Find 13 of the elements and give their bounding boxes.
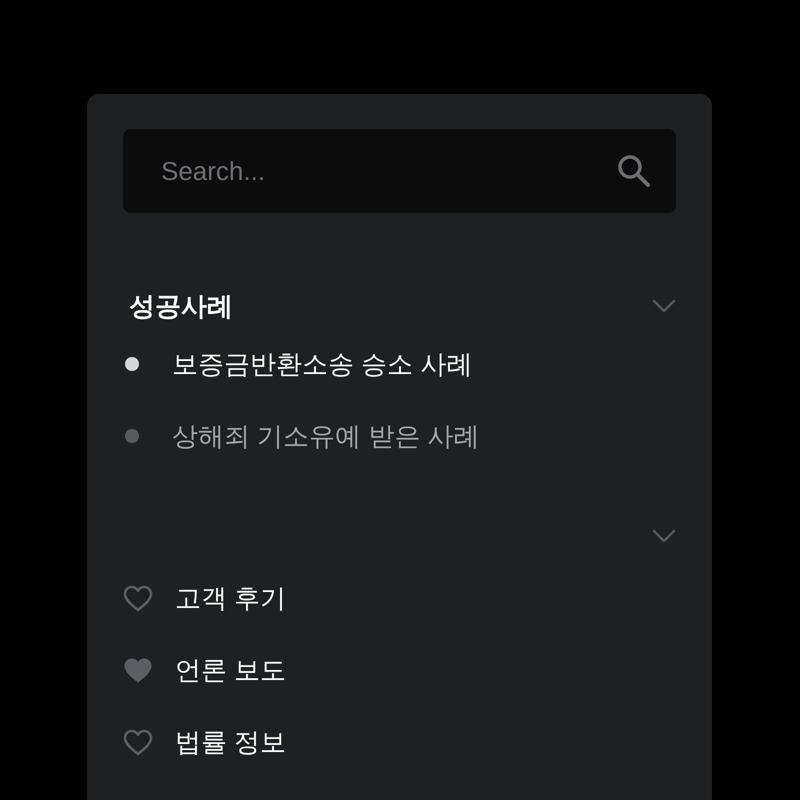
filled-heart-icon[interactable] [123, 656, 153, 684]
section-title[interactable]: 성공사례 [129, 286, 233, 326]
search-field[interactable]: Search... [123, 129, 676, 213]
menu-item-label[interactable]: 법률 정보 [175, 722, 286, 762]
chevron-down-icon[interactable] [652, 299, 676, 313]
search-icon[interactable] [617, 154, 651, 188]
chevron-down-icon[interactable] [652, 529, 676, 543]
menu-item-label[interactable]: 보증금반환소송 승소 사례 [172, 344, 472, 384]
heart-outline-icon[interactable] [123, 584, 153, 612]
menu-item-label[interactable]: 언론 보도 [175, 650, 286, 690]
menu-item-label[interactable]: 고객 후기 [175, 578, 286, 618]
heart-outline-icon[interactable] [123, 728, 153, 756]
menu-item-label[interactable]: 상해죄 기소유예 받은 사례 [172, 416, 480, 456]
